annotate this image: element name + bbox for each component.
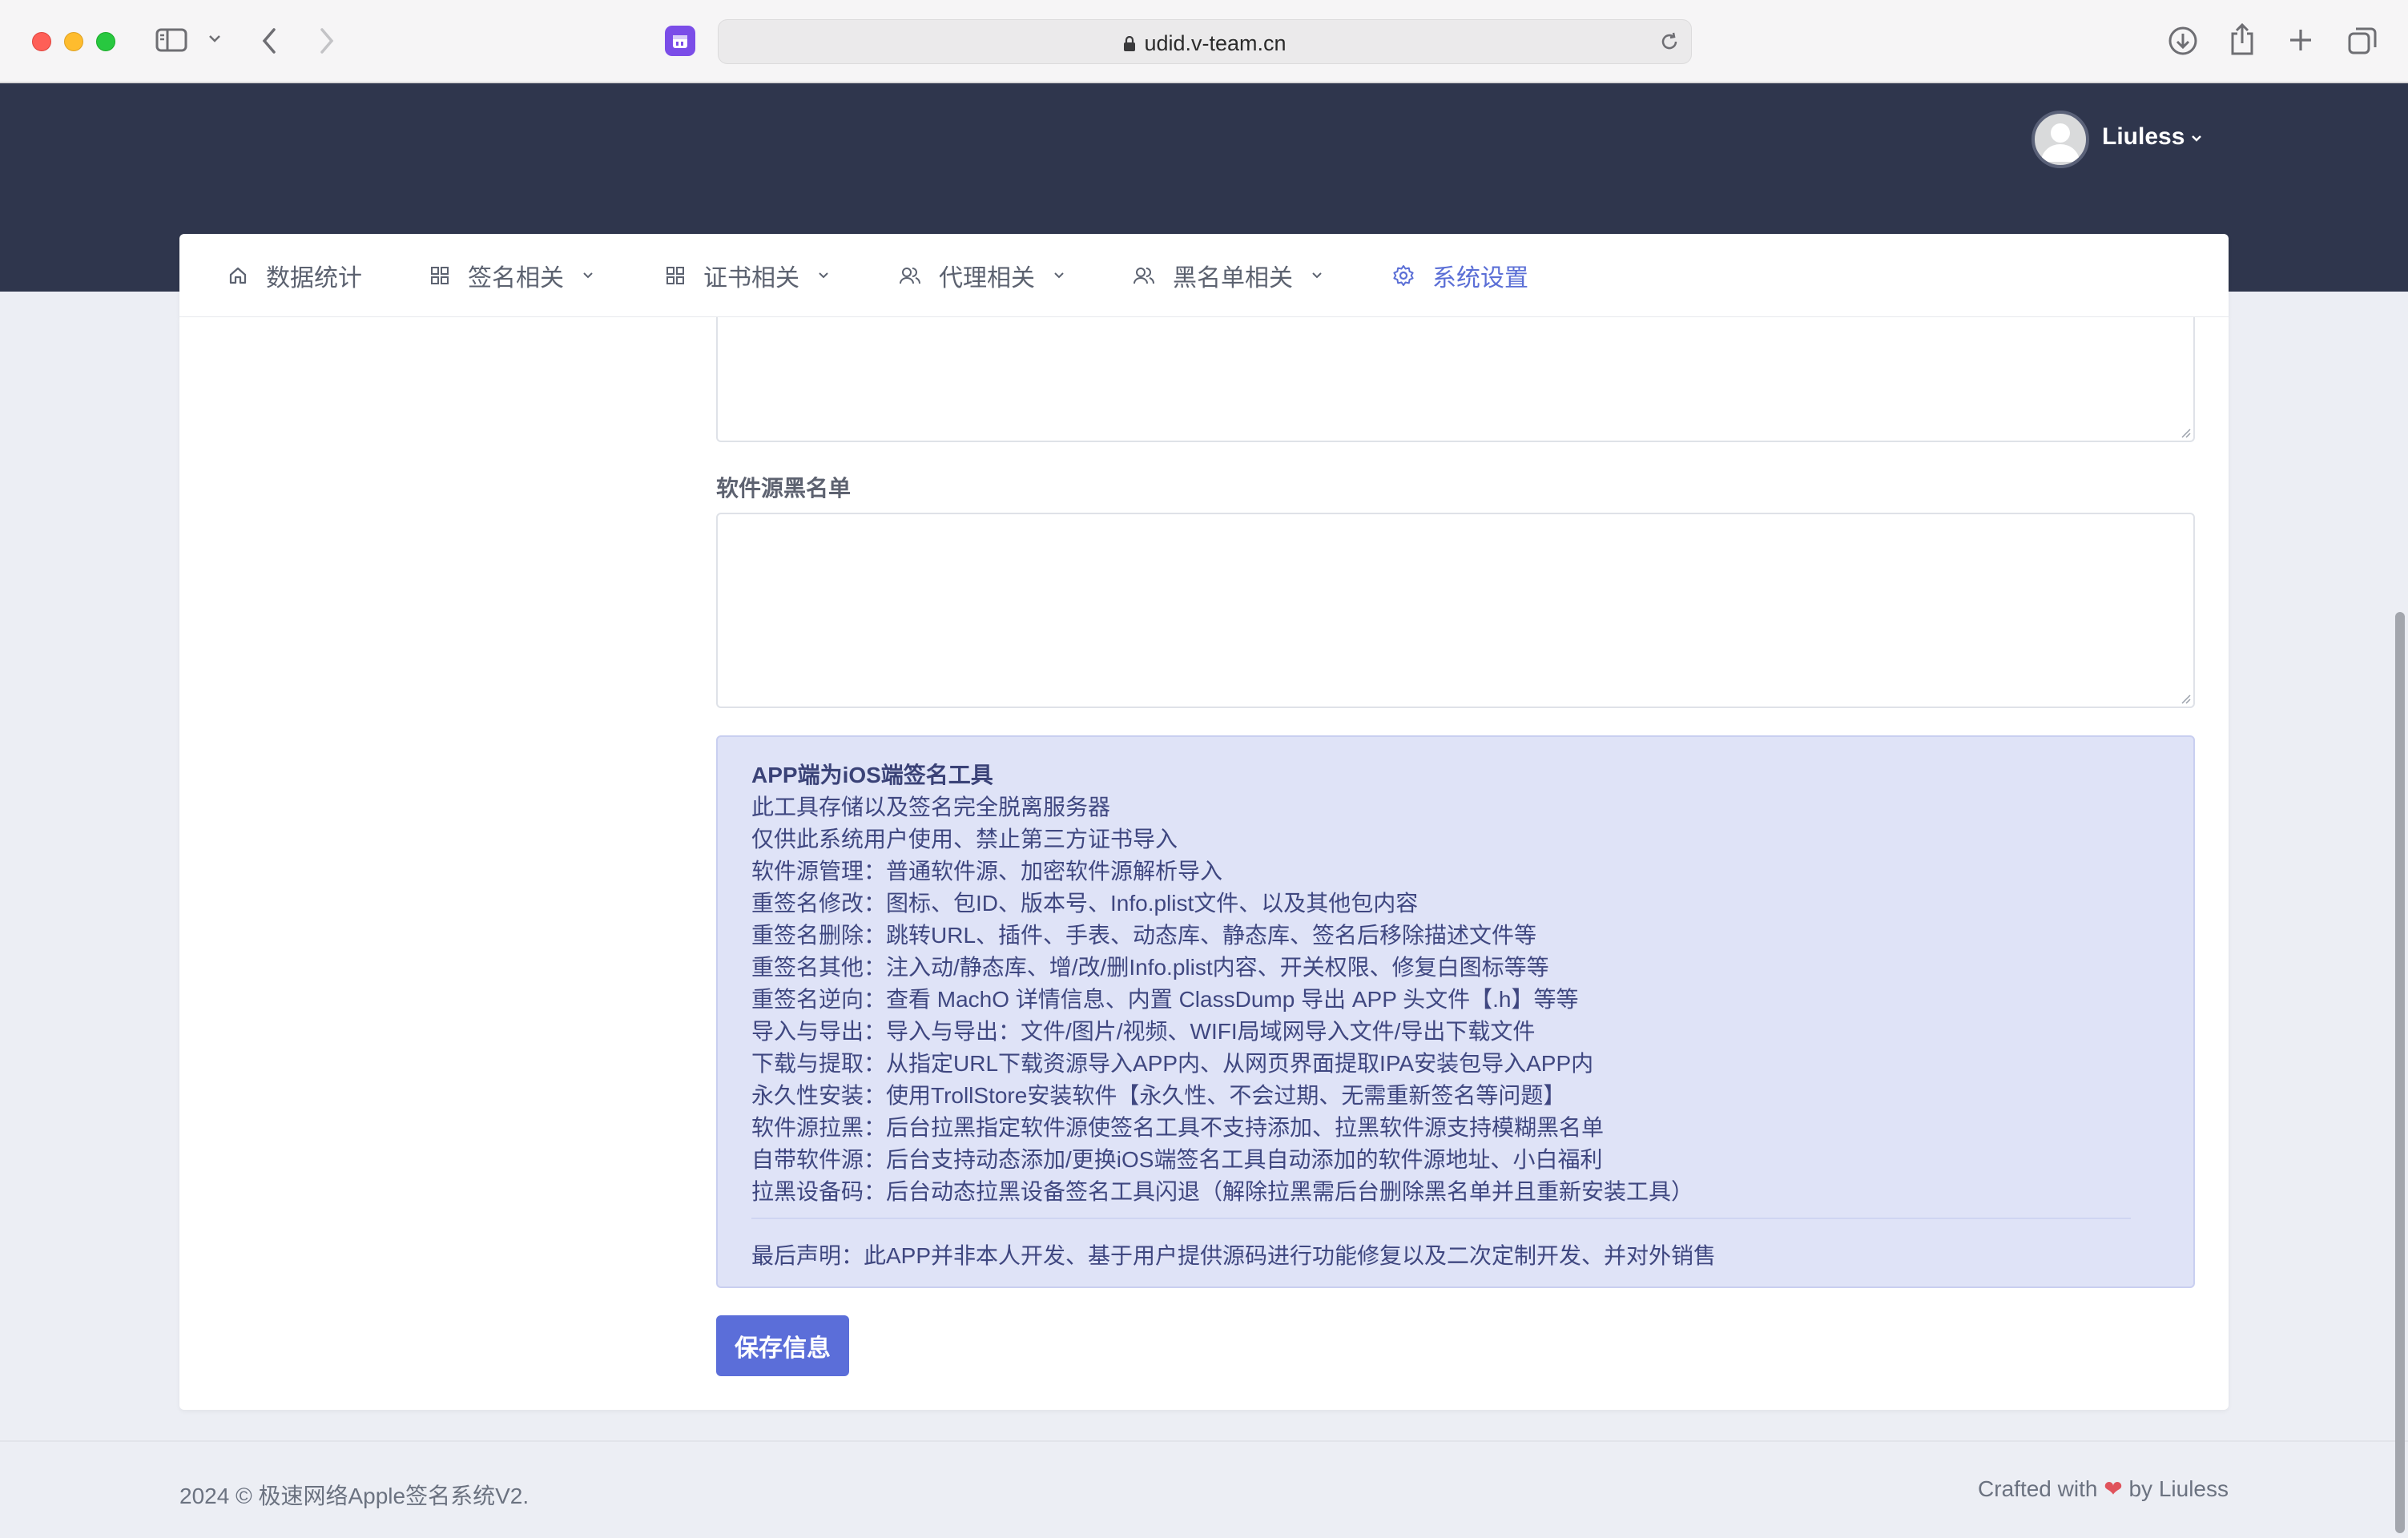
resize-grip-icon[interactable] [2180,694,2192,705]
calendar-extension-icon[interactable] [665,26,695,56]
browser-toolbar: udid.v-team.cn [0,0,2408,83]
nav-item-agents[interactable]: 代理相关 [899,234,1065,317]
blacklist-label: 软件源黑名单 [716,476,852,501]
downloads-icon[interactable] [2168,26,2198,56]
info-line: 仅供此系统用户使用、禁止第三方证书导入 [751,827,1178,852]
crafted-suffix: by Liuless [2128,1476,2229,1501]
nav-item-blacklist[interactable]: 黑名单相关 [1133,234,1323,317]
minimize-window-button[interactable] [64,32,83,51]
url-text: udid.v-team.cn [1144,31,1287,55]
chevron-down-icon[interactable] [2190,133,2203,147]
previous-textarea[interactable] [716,317,2195,442]
address-bar[interactable]: udid.v-team.cn [718,19,1692,64]
info-line: 自带软件源：后台支持动态添加/更换iOS端签名工具自动添加的软件源地址、小白福利 [751,1147,1603,1172]
nav-item-label: 证书相关 [703,265,799,292]
heart-icon: ❤ [2104,1476,2123,1501]
info-line: 重签名删除：跳转URL、插件、手表、动态库、静态库、签名后移除描述文件等 [751,923,1537,948]
footer-divider [0,1440,2408,1442]
chevron-down-icon [583,272,593,279]
info-line: 重签名修改：图标、包ID、版本号、Info.plist文件、以及其他包内容 [751,891,1419,916]
lock-icon [1124,36,1136,51]
main-nav: 数据统计 签名相关 证书相关 代理相关 黑名单相关 系统设置 [179,234,2229,317]
chevron-down-icon [1312,272,1322,279]
sidebar-toggle-icon[interactable] [155,27,187,53]
crafted-prefix: Crafted with [1978,1476,2098,1501]
chevron-down-icon [1054,272,1064,279]
divider [751,1218,2131,1219]
software-source-blacklist-textarea[interactable] [716,513,2195,708]
user-name[interactable]: Liuless [2102,123,2185,151]
chevron-down-icon[interactable] [208,34,221,43]
info-line: 永久性安装：使用TrollStore安装软件【永久性、不会过期、无需重新签名等问… [751,1083,1566,1108]
resize-grip-icon[interactable] [2180,428,2192,439]
nav-item-label: 签名相关 [468,265,564,292]
info-alert: APP端为iOS端签名工具 此工具存储以及签名完全脱离服务器 仅供此系统用户使用… [716,735,2195,1288]
share-icon[interactable] [2229,22,2256,56]
new-tab-icon[interactable] [2288,27,2313,53]
info-line: 下载与提取：从指定URL下载资源导入APP内、从网页界面提取IPA安装包导入AP… [751,1051,1594,1076]
info-title: APP端为iOS端签名工具 [751,763,993,787]
nav-item-settings[interactable]: 系统设置 [1392,234,1528,317]
back-icon[interactable] [261,27,277,54]
nav-item-dashboard[interactable]: 数据统计 [228,234,362,317]
zoom-window-button[interactable] [96,32,115,51]
info-line: 此工具存储以及签名完全脱离服务器 [751,795,1111,819]
chevron-down-icon [819,272,828,279]
save-button[interactable]: 保存信息 [716,1315,849,1376]
nav-item-certificates[interactable]: 证书相关 [665,234,830,317]
final-statement: 最后声明：此APP并非本人开发、基于用户提供源码进行功能修复以及二次定制开发、并… [751,1243,1717,1268]
home-icon [229,267,247,284]
info-line: 软件源管理：普通软件源、加密软件源解析导入 [751,859,1223,884]
nav-item-label: 黑名单相关 [1173,265,1293,292]
info-line: 重签名其他：注入动/静态库、增/改/删Info.plist内容、开关权限、修复白… [751,955,1549,980]
nav-item-label: 数据统计 [266,265,362,292]
users-icon [900,268,920,284]
users-icon [1134,268,1154,284]
grid-icon [666,267,684,284]
grid-icon [431,267,449,284]
forward-icon[interactable] [319,27,335,54]
info-line: 拉黑设备码：后台动态拉黑设备签名工具闪退（解除拉黑需后台删除黑名单并且重新安装工… [751,1179,1694,1204]
footer-copyright: 2024 © 极速网络Apple签名系统V2. [179,1484,530,1508]
close-window-button[interactable] [32,32,51,51]
nav-item-label: 系统设置 [1432,265,1528,292]
nav-item-label: 代理相关 [939,265,1035,292]
nav-item-signing[interactable]: 签名相关 [429,234,594,317]
reload-icon[interactable] [1659,31,1680,52]
info-line: 导入与导出：导入与导出：文件/图片/视频、WIFI局域网导入文件/导出下载文件 [751,1019,1536,1044]
info-line: 重签名逆向：查看 MachO 详情信息、内置 ClassDump 导出 APP … [751,987,1579,1012]
gear-icon [1393,265,1414,286]
info-line: 软件源拉黑：后台拉黑指定软件源使签名工具不支持添加、拉黑软件源支持模糊黑名单 [751,1115,1605,1140]
scrollbar-thumb[interactable] [2395,612,2405,1533]
avatar[interactable] [2031,111,2089,168]
footer-credit: Crafted with ❤ by Liuless [1978,1476,2229,1502]
tab-overview-icon[interactable] [2347,26,2378,56]
